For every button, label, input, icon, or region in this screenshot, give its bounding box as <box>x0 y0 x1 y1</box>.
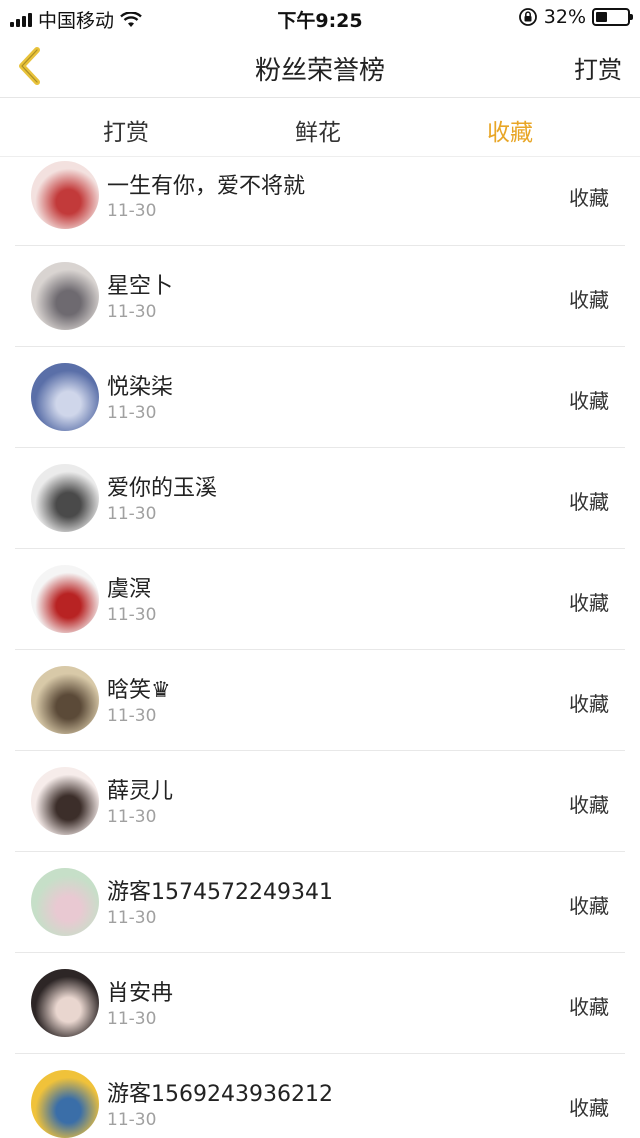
reward-button[interactable]: 打赏 <box>574 50 622 85</box>
user-name: 爱你的玉溪 <box>107 476 218 501</box>
user-name: 星空卜 <box>107 274 174 299</box>
list-item[interactable]: 一生有你，爱不将就 11-30 收藏 <box>15 158 625 246</box>
date-label: 11-30 <box>107 908 157 928</box>
avatar[interactable] <box>31 363 99 431</box>
date-label: 11-30 <box>107 1009 157 1029</box>
date-label: 11-30 <box>107 1110 157 1130</box>
date-label: 11-30 <box>107 504 157 524</box>
list-item[interactable]: 晗笑♛ 11-30 收藏 <box>15 650 625 751</box>
list-item[interactable]: 薛灵儿 11-30 收藏 <box>15 751 625 852</box>
avatar[interactable] <box>31 666 99 734</box>
avatar[interactable] <box>31 161 99 229</box>
action-label: 收藏 <box>569 591 609 615</box>
tab-flowers[interactable]: 鲜花 <box>295 113 341 147</box>
battery-level-fill <box>596 12 607 22</box>
avatar[interactable] <box>31 1070 99 1138</box>
user-name: 游客1574572249341 <box>107 880 333 905</box>
date-label: 11-30 <box>107 403 157 423</box>
action-label: 收藏 <box>569 490 609 514</box>
action-label: 收藏 <box>569 1096 609 1120</box>
fan-list: 一生有你，爱不将就 11-30 收藏 星空卜 11-30 收藏 悦染柒 11-3… <box>0 158 640 1138</box>
user-name: 悦染柒 <box>107 375 174 400</box>
user-name: 晗笑♛ <box>107 678 171 703</box>
action-label: 收藏 <box>569 793 609 817</box>
nav-bar: 粉丝荣誉榜 打赏 <box>0 34 640 98</box>
user-name: 肖安冉 <box>107 981 174 1006</box>
user-name: 一生有你，爱不将就 <box>107 174 306 199</box>
action-label: 收藏 <box>569 186 609 210</box>
tab-bar: 打赏 鲜花 收藏 <box>0 99 640 157</box>
action-label: 收藏 <box>569 692 609 716</box>
avatar[interactable] <box>31 767 99 835</box>
date-label: 11-30 <box>107 201 157 221</box>
user-name: 薛灵儿 <box>107 779 174 804</box>
user-name: 游客1569243936212 <box>107 1082 333 1107</box>
rotation-lock-icon <box>518 8 537 26</box>
list-item[interactable]: 游客1574572249341 11-30 收藏 <box>15 852 625 953</box>
avatar[interactable] <box>31 969 99 1037</box>
list-item[interactable]: 悦染柒 11-30 收藏 <box>15 347 625 448</box>
page-title: 粉丝荣誉榜 <box>254 56 385 86</box>
date-label: 11-30 <box>107 706 157 726</box>
action-label: 收藏 <box>569 288 609 312</box>
list-item[interactable]: 虞溟 11-30 收藏 <box>15 549 625 650</box>
battery-icon <box>592 8 633 26</box>
avatar[interactable] <box>31 464 99 532</box>
status-right: 32% <box>518 6 633 28</box>
battery-percent: 32% <box>543 6 586 28</box>
action-label: 收藏 <box>569 389 609 413</box>
user-name: 虞溟 <box>107 577 152 602</box>
status-bar: 中国移动 下午9:25 32% <box>0 0 640 34</box>
date-label: 11-30 <box>107 605 157 625</box>
list-item[interactable]: 爱你的玉溪 11-30 收藏 <box>15 448 625 549</box>
action-label: 收藏 <box>569 995 609 1019</box>
tab-favorites[interactable]: 收藏 <box>487 113 533 147</box>
tab-reward[interactable]: 打赏 <box>103 113 149 147</box>
list-item[interactable]: 星空卜 11-30 收藏 <box>15 246 625 347</box>
date-label: 11-30 <box>107 302 157 322</box>
list-item[interactable]: 肖安冉 11-30 收藏 <box>15 953 625 1054</box>
list-item[interactable]: 游客1569243936212 11-30 收藏 <box>15 1054 625 1138</box>
chevron-left-icon <box>19 47 40 85</box>
action-label: 收藏 <box>569 894 609 918</box>
date-label: 11-30 <box>107 807 157 827</box>
avatar[interactable] <box>31 262 99 330</box>
back-button[interactable] <box>12 44 48 88</box>
avatar[interactable] <box>31 565 99 633</box>
avatar[interactable] <box>31 868 99 936</box>
